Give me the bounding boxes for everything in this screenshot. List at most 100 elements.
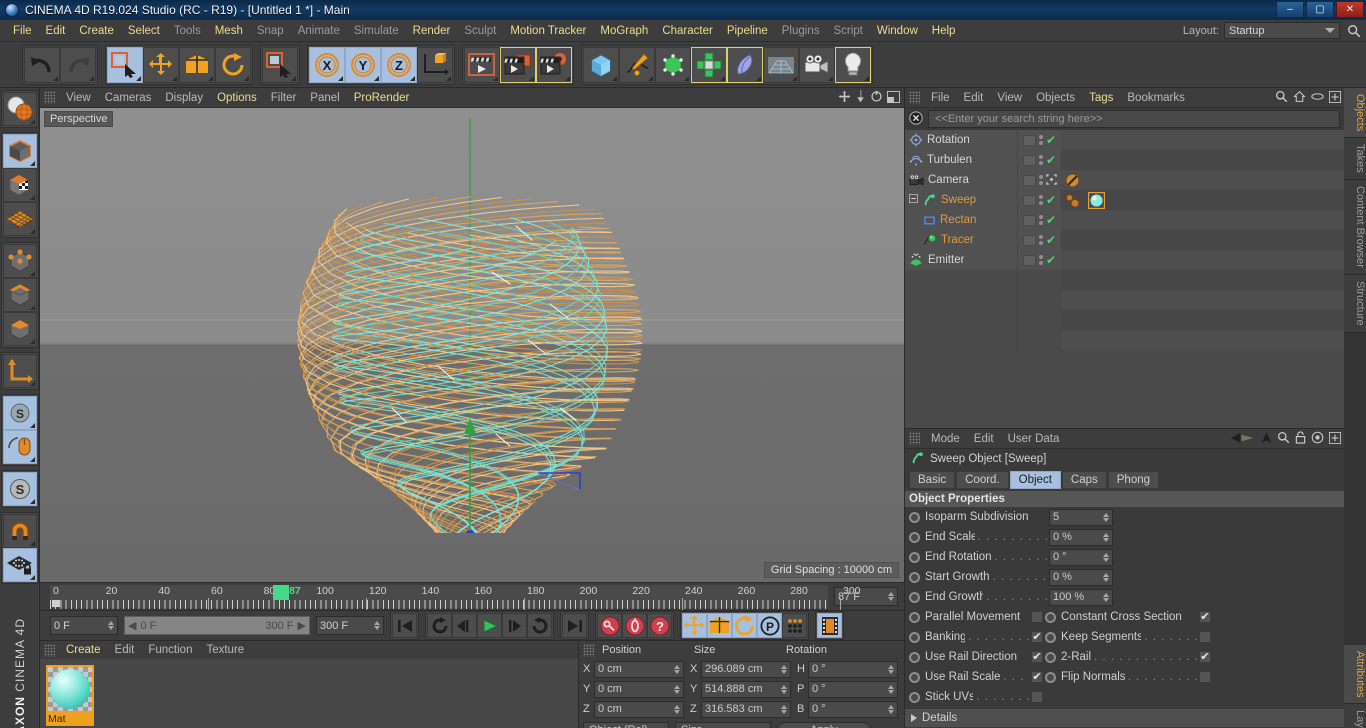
rotate-tool-button[interactable] bbox=[215, 46, 251, 83]
tab-caps[interactable]: Caps bbox=[1061, 471, 1107, 489]
property-radio-icon[interactable] bbox=[909, 671, 920, 683]
table-row[interactable]: Turbulen ✔ bbox=[905, 150, 1344, 170]
menu-item-mesh[interactable]: Mesh bbox=[208, 20, 250, 42]
object-enabled-icon[interactable]: ✔ bbox=[1046, 134, 1056, 146]
material-link-tag[interactable] bbox=[1065, 193, 1085, 208]
menu-item-mograph[interactable]: MoGraph bbox=[593, 20, 655, 42]
timeline-frame-marker[interactable] bbox=[273, 585, 290, 600]
nurbs-generator-button[interactable] bbox=[655, 46, 691, 83]
object-tree[interactable]: Rotation ✔ Turbulen ✔ Camera Sweep ✔ Rectan ✔ Tra… bbox=[905, 130, 1344, 428]
light-button[interactable] bbox=[835, 46, 871, 83]
close-button[interactable]: ✕ bbox=[1336, 1, 1364, 18]
axis-x-lock-button[interactable]: X bbox=[309, 46, 345, 83]
object-row-tags[interactable] bbox=[1061, 172, 1344, 188]
object-row-controls[interactable]: ✔ bbox=[1017, 150, 1061, 170]
menu-item-character[interactable]: Character bbox=[655, 20, 720, 42]
menu-item-animate[interactable]: Animate bbox=[291, 20, 347, 42]
zoom-icon[interactable] bbox=[855, 90, 866, 106]
viewport-menu-view[interactable]: View bbox=[59, 88, 98, 108]
timeline-ruler[interactable]: 0 20 40 60 80 100 120 140 160 180 200 220 240 260 280 3… bbox=[50, 585, 861, 610]
material-item[interactable]: Mat bbox=[46, 665, 94, 726]
object-menu-file[interactable]: File bbox=[924, 88, 957, 108]
step-back-button[interactable] bbox=[452, 613, 477, 638]
layer-swatch[interactable] bbox=[1022, 134, 1036, 146]
menu-item-simulate[interactable]: Simulate bbox=[347, 20, 406, 42]
maximize-view-icon[interactable] bbox=[887, 90, 900, 106]
property-radio-icon[interactable] bbox=[1045, 611, 1056, 623]
coordinate-field-size[interactable]: 514.888 cm bbox=[701, 680, 791, 698]
key-scale-button[interactable] bbox=[707, 613, 732, 638]
spinner-icon[interactable] bbox=[674, 704, 680, 714]
property-radio-icon[interactable] bbox=[909, 691, 920, 703]
coordinate-field-rotation[interactable]: 0 ° bbox=[808, 660, 898, 678]
object-row-name[interactable]: Tracer bbox=[905, 230, 1017, 250]
rotate-icon[interactable] bbox=[870, 90, 883, 106]
ellipse-icon[interactable] bbox=[1311, 92, 1324, 104]
object-search-input[interactable]: <<Enter your search string here>> bbox=[928, 110, 1340, 128]
expand-toggle-icon[interactable] bbox=[909, 194, 918, 206]
key-pla-button[interactable] bbox=[782, 613, 807, 638]
spinner-icon[interactable] bbox=[781, 664, 787, 674]
property-checkbox[interactable] bbox=[1199, 631, 1211, 643]
coordinate-field-size[interactable]: 316.583 cm bbox=[701, 700, 791, 718]
tab-coord[interactable]: Coord. bbox=[956, 471, 1009, 489]
loop-button[interactable] bbox=[527, 613, 552, 638]
viewport-menu-prorender[interactable]: ProRender bbox=[347, 88, 417, 108]
property-radio-icon[interactable] bbox=[909, 611, 920, 623]
tool-point-mode[interactable] bbox=[2, 244, 37, 278]
start-frame-field[interactable]: 0 F bbox=[50, 616, 118, 635]
object-row-controls[interactable]: ✔ bbox=[1017, 250, 1061, 270]
spinner-icon[interactable] bbox=[888, 704, 894, 714]
visibility-dots-icon[interactable] bbox=[1038, 175, 1043, 185]
property-radio-icon[interactable] bbox=[909, 631, 920, 643]
object-row-name[interactable]: Camera bbox=[905, 170, 1017, 190]
object-row-controls[interactable] bbox=[1017, 170, 1061, 190]
material-menu-edit[interactable]: Edit bbox=[108, 641, 142, 659]
tool-magnet[interactable] bbox=[2, 514, 37, 548]
layer-swatch[interactable] bbox=[1022, 174, 1036, 186]
back-arrow-icon[interactable] bbox=[1230, 432, 1256, 447]
layer-swatch[interactable] bbox=[1022, 154, 1036, 166]
menu-item-script[interactable]: Script bbox=[826, 20, 869, 42]
table-row[interactable]: Emitter ✔ bbox=[905, 250, 1344, 270]
table-row[interactable]: Rotation ✔ bbox=[905, 130, 1344, 150]
end-frame-field[interactable]: 300 F bbox=[316, 616, 384, 635]
object-row-controls[interactable]: ✔ bbox=[1017, 130, 1061, 150]
object-row-name[interactable]: Sweep bbox=[905, 190, 1017, 210]
camera-button[interactable] bbox=[799, 46, 835, 83]
visibility-dots-icon[interactable] bbox=[1038, 215, 1043, 225]
layout-select[interactable]: Startup bbox=[1224, 22, 1340, 39]
tool-edge-mode[interactable] bbox=[2, 278, 37, 312]
object-menu-view[interactable]: View bbox=[990, 88, 1029, 108]
object-row-name[interactable]: Emitter bbox=[905, 250, 1017, 270]
spinner-icon[interactable] bbox=[888, 592, 894, 601]
viewport-menu-display[interactable]: Display bbox=[158, 88, 210, 108]
tab-basic[interactable]: Basic bbox=[909, 471, 956, 489]
key-position-button[interactable] bbox=[682, 613, 707, 638]
panel-grip-icon[interactable] bbox=[44, 643, 55, 657]
spinner-icon[interactable] bbox=[888, 684, 894, 694]
menu-item-window[interactable]: Window bbox=[870, 20, 925, 42]
clear-search-icon[interactable] bbox=[909, 110, 923, 128]
home-icon[interactable] bbox=[1293, 90, 1306, 106]
tool-texture-mode[interactable] bbox=[2, 92, 37, 126]
deformer-button[interactable] bbox=[727, 46, 763, 83]
spinner-icon[interactable] bbox=[108, 621, 114, 630]
object-enabled-icon[interactable] bbox=[1045, 173, 1057, 187]
object-row-name[interactable]: Turbulen bbox=[905, 150, 1017, 170]
menu-item-snap[interactable]: Snap bbox=[250, 20, 291, 42]
attribute-menu-user-data[interactable]: User Data bbox=[1001, 429, 1067, 449]
property-field[interactable]: 100 % bbox=[1049, 588, 1113, 606]
table-row[interactable]: Sweep ✔ bbox=[905, 190, 1344, 210]
property-checkbox[interactable]: ✔ bbox=[1199, 611, 1211, 623]
lock-icon[interactable] bbox=[1295, 431, 1306, 447]
property-checkbox[interactable] bbox=[1031, 691, 1043, 703]
tool-polygon-mode[interactable] bbox=[2, 312, 37, 346]
render-view-button[interactable] bbox=[464, 46, 500, 83]
axis-z-lock-button[interactable]: Z bbox=[381, 46, 417, 83]
coordinate-field-rotation[interactable]: 0 ° bbox=[808, 700, 898, 718]
vtab-content-browser[interactable]: Content Browser bbox=[1344, 180, 1366, 275]
render-settings-button[interactable] bbox=[536, 46, 572, 83]
play-backwards-loop-button[interactable] bbox=[427, 613, 452, 638]
add-panel-icon[interactable] bbox=[1329, 90, 1341, 106]
